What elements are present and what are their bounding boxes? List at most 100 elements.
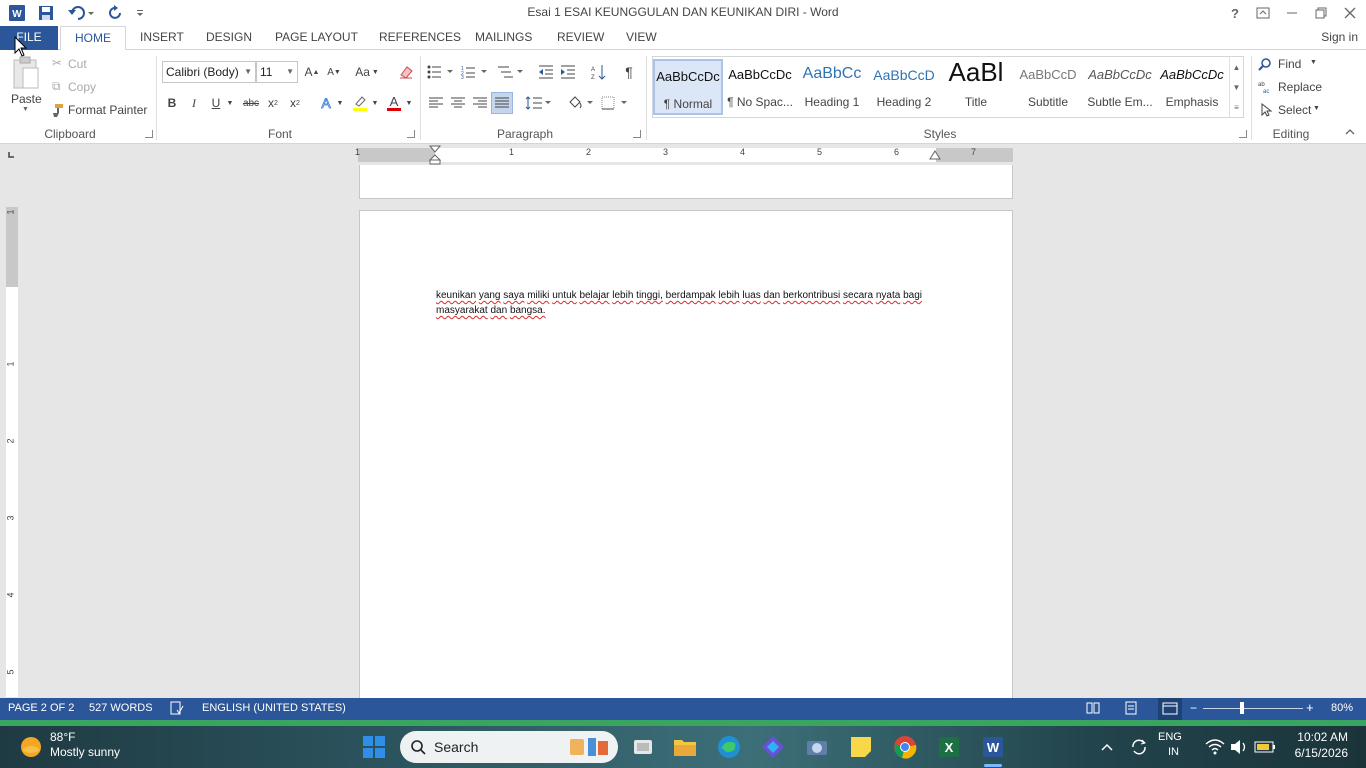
multilevel-list-icon[interactable] — [495, 61, 527, 83]
clock-time[interactable]: 10:02 AM — [1292, 730, 1348, 744]
zoom-out-icon[interactable]: − — [1190, 702, 1197, 714]
numbering-icon[interactable]: 123 — [459, 61, 491, 83]
justify-icon[interactable] — [491, 92, 513, 114]
excel-icon[interactable]: X — [934, 733, 964, 761]
misspelled-word[interactable]: saya — [503, 290, 524, 301]
task-view-icon[interactable] — [628, 733, 658, 761]
italic-button[interactable]: I — [183, 92, 205, 114]
misspelled-word[interactable]: dan — [490, 305, 507, 316]
find-button[interactable]: Find ▼ — [1258, 56, 1328, 74]
word-icon[interactable]: W — [978, 733, 1008, 761]
print-layout-icon[interactable] — [1124, 701, 1138, 715]
format-painter-button[interactable]: Format Painter — [50, 102, 150, 120]
misspelled-word[interactable]: berkontribusi — [783, 290, 840, 301]
ribbon-display-options-icon[interactable] — [1248, 0, 1278, 26]
chevron-up-icon[interactable] — [1092, 733, 1122, 761]
misspelled-word[interactable]: bangsa. — [510, 305, 546, 316]
misspelled-word[interactable]: bagi — [903, 290, 922, 301]
page-count[interactable]: PAGE 2 OF 2 — [8, 702, 74, 714]
highlight-icon[interactable] — [349, 92, 371, 114]
misspelled-word[interactable]: masyarakat — [436, 305, 488, 316]
cut-button[interactable]: ✂ Cut — [52, 56, 132, 74]
misspelled-word[interactable]: lebih — [718, 290, 739, 301]
edge-icon[interactable] — [714, 733, 744, 761]
paragraph-launcher-icon[interactable] — [633, 130, 641, 138]
font-launcher-icon[interactable] — [407, 130, 415, 138]
sync-icon[interactable] — [1124, 733, 1154, 761]
file-explorer-icon[interactable] — [670, 733, 700, 761]
app-icon[interactable] — [758, 733, 788, 761]
styles-launcher-icon[interactable] — [1239, 130, 1247, 138]
weather-desc[interactable]: Mostly sunny — [50, 745, 120, 759]
misspelled-word[interactable]: lebih — [612, 290, 633, 301]
collapse-ribbon-icon[interactable] — [1345, 128, 1355, 136]
page-2[interactable]: keunikan yang saya miliki untuk belajar … — [359, 210, 1013, 698]
zoom-level[interactable]: 80% — [1331, 702, 1353, 714]
gallery-scroll-down-icon[interactable]: ▼ — [1229, 77, 1243, 97]
style-heading-2[interactable]: AaBbCcD Heading 2 — [869, 59, 939, 115]
misspelled-word[interactable]: untuk — [552, 290, 576, 301]
clear-formatting-icon[interactable] — [395, 61, 417, 83]
camera-icon[interactable] — [802, 733, 832, 761]
line-spacing-icon[interactable] — [524, 92, 554, 114]
align-left-icon[interactable] — [425, 92, 447, 114]
zoom-slider-thumb[interactable] — [1239, 702, 1244, 714]
style-subtitle[interactable]: AaBbCcD Subtitle — [1013, 59, 1083, 115]
tab-mailings[interactable]: MAILINGS — [467, 26, 540, 50]
replace-button[interactable]: ab ac Replace — [1258, 79, 1328, 97]
style-subtle-emphasis[interactable]: AaBbCcDc Subtle Em... — [1085, 59, 1155, 115]
chevron-down-icon[interactable]: ▼ — [369, 92, 381, 114]
input-language-bottom[interactable]: IN — [1168, 746, 1179, 758]
tab-design[interactable]: DESIGN — [198, 26, 260, 50]
strikethrough-button[interactable]: abc — [240, 92, 262, 114]
superscript-button[interactable]: x2 — [284, 92, 306, 114]
paste-button[interactable]: Paste ▼ — [8, 56, 44, 118]
chevron-down-icon[interactable]: ▼ — [334, 92, 346, 114]
tab-references[interactable]: REFERENCES — [371, 26, 469, 50]
borders-icon[interactable] — [600, 92, 630, 114]
close-icon[interactable] — [1335, 0, 1365, 26]
tab-review[interactable]: REVIEW — [549, 26, 612, 50]
underline-dropdown-icon[interactable]: ▼ — [224, 92, 236, 114]
shrink-font-icon[interactable]: A ▼ — [323, 61, 345, 83]
copy-button[interactable]: ⧉ Copy — [52, 79, 132, 97]
start-icon[interactable] — [359, 733, 389, 761]
sign-in-link[interactable]: Sign in — [1321, 26, 1358, 49]
first-line-indent-marker[interactable] — [429, 145, 441, 165]
style-heading-1[interactable]: AaBbCc Heading 1 — [797, 59, 867, 115]
minimize-icon[interactable] — [1277, 0, 1307, 26]
tab-view[interactable]: VIEW — [618, 26, 665, 50]
bold-button[interactable]: B — [161, 92, 183, 114]
change-case-button[interactable]: Aa ▼ — [352, 61, 382, 83]
battery-icon[interactable] — [1250, 733, 1280, 761]
misspelled-word[interactable]: miliki — [527, 290, 549, 301]
align-right-icon[interactable] — [469, 92, 491, 114]
tab-home[interactable]: HOME — [60, 26, 126, 51]
bullets-icon[interactable] — [425, 61, 457, 83]
font-size-combo[interactable]: 11 ▼ — [256, 61, 298, 83]
zoom-in-icon[interactable]: + — [1306, 701, 1314, 714]
chrome-icon[interactable] — [890, 733, 920, 761]
language-indicator[interactable]: ENGLISH (UNITED STATES) — [202, 702, 346, 714]
sticky-notes-icon[interactable] — [846, 733, 876, 761]
tab-insert[interactable]: INSERT — [132, 26, 192, 50]
clock-date[interactable]: 6/15/2026 — [1286, 746, 1348, 760]
taskbar-search[interactable]: Search — [400, 731, 618, 763]
help-button[interactable]: ? — [1220, 0, 1250, 26]
subscript-button[interactable]: x2 — [262, 92, 284, 114]
font-color-icon[interactable]: A — [383, 92, 405, 114]
zoom-slider-track[interactable] — [1203, 708, 1303, 709]
clipboard-launcher-icon[interactable] — [145, 130, 153, 138]
increase-indent-icon[interactable] — [557, 61, 579, 83]
gallery-scroll-up-icon[interactable]: ▲ — [1229, 57, 1243, 77]
style-emphasis[interactable]: AaBbCcDc Emphasis — [1157, 59, 1227, 115]
misspelled-word[interactable]: berdampak — [666, 290, 716, 301]
grow-font-icon[interactable]: A ▲ — [301, 61, 323, 83]
weather-temp[interactable]: 88°F — [50, 730, 75, 744]
select-button[interactable]: Select ▼ — [1258, 102, 1328, 120]
style-title[interactable]: AaBl Title — [941, 57, 1011, 115]
input-language-top[interactable]: ENG — [1158, 731, 1182, 743]
misspelled-word[interactable]: belajar — [579, 290, 609, 301]
misspelled-word[interactable]: keunikan — [436, 290, 476, 301]
word-count[interactable]: 527 WORDS — [89, 702, 153, 714]
